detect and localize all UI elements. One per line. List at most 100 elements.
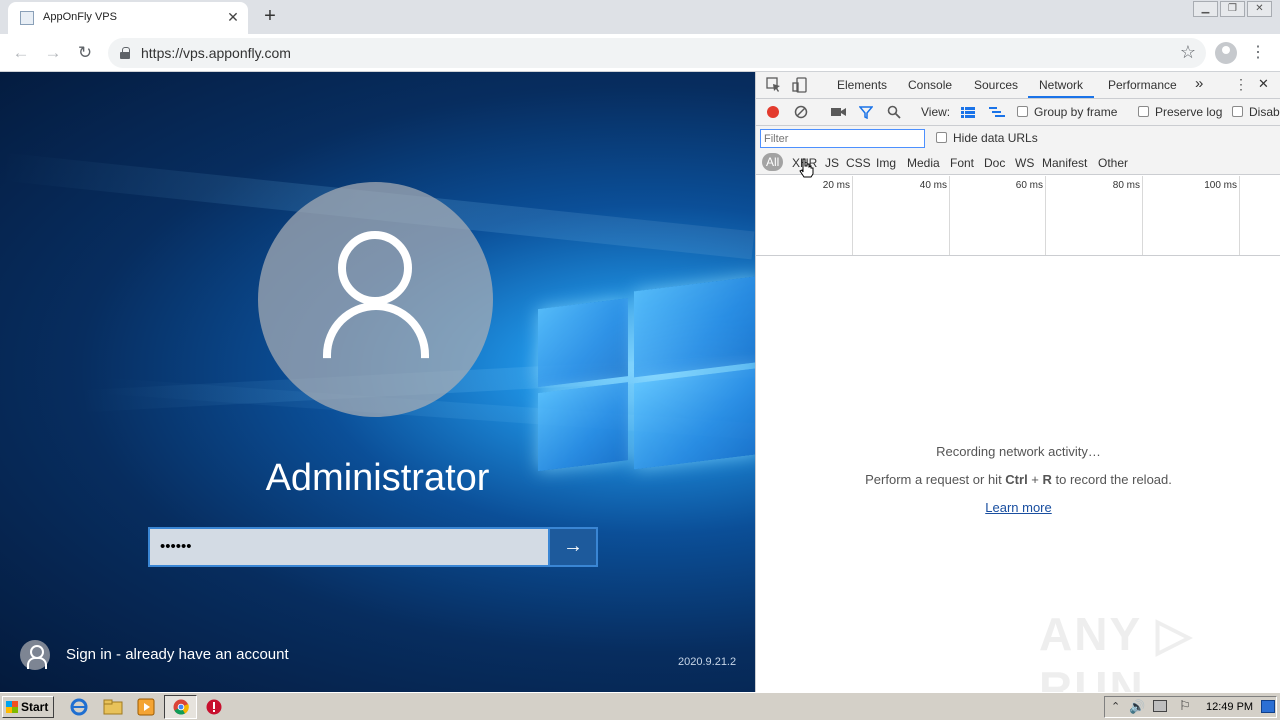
browser-menu-icon[interactable]: ⋮ [1250, 40, 1266, 66]
learn-more-link[interactable]: Learn more [985, 500, 1051, 515]
disable-cache-option[interactable]: Disab [1232, 105, 1280, 119]
network-tray-icon[interactable] [1153, 700, 1167, 712]
chrome-taskbar-button[interactable] [164, 695, 197, 719]
tab-sources[interactable]: Sources [974, 78, 1018, 92]
type-doc[interactable]: Doc [984, 156, 1005, 170]
device-toolbar-icon[interactable] [792, 77, 808, 93]
hide-data-urls-label: Hide data URLs [953, 131, 1038, 145]
network-toolbar: View: Group by frame Preserve log Disab [756, 99, 1280, 126]
start-button[interactable]: Start [2, 696, 54, 718]
filter-input[interactable] [760, 129, 925, 148]
alert-app-icon[interactable] [203, 697, 225, 717]
hint-text-end: to record the reload. [1051, 472, 1172, 487]
timeline-label: 40 ms [919, 180, 947, 191]
hint-text: Perform a request or hit [865, 472, 1006, 487]
chrome-icon [173, 699, 189, 715]
inspect-element-icon[interactable] [766, 77, 782, 93]
timeline-label: 100 ms [1204, 180, 1237, 191]
group-by-frame-option[interactable]: Group by frame [1017, 105, 1117, 119]
user-avatar [258, 182, 493, 417]
tab-elements[interactable]: Elements [837, 78, 887, 92]
hint-key-ctrl: Ctrl [1005, 472, 1028, 487]
bookmark-star-icon[interactable]: ☆ [1180, 42, 1196, 63]
media-player-icon[interactable] [135, 697, 157, 717]
action-center-flag-icon[interactable]: ⚐ [1179, 698, 1191, 714]
hint-plus: + [1027, 472, 1043, 487]
large-rows-icon[interactable] [961, 107, 975, 118]
more-tabs-icon[interactable]: » [1195, 75, 1203, 92]
close-devtools-icon[interactable]: ✕ [1258, 76, 1269, 92]
alt-signin-label[interactable]: Sign in - already have an account [66, 646, 289, 663]
address-bar[interactable]: https://vps.apponfly.com ☆ [108, 38, 1206, 68]
timeline-gridline: 20 ms [756, 176, 853, 255]
user-icon [20, 640, 50, 670]
file-explorer-icon[interactable] [102, 697, 124, 717]
clear-icon[interactable] [794, 105, 808, 119]
volume-icon[interactable]: 🔊 [1129, 699, 1145, 715]
type-img[interactable]: Img [876, 156, 896, 170]
empty-state: Recording network activity… Perform a re… [756, 438, 1280, 522]
username-label: Administrator [265, 457, 490, 499]
restore-icon[interactable]: ❐ [1220, 1, 1245, 17]
group-by-frame-checkbox[interactable] [1017, 106, 1028, 117]
timeline-gridline: 100 ms [1143, 176, 1240, 255]
hide-data-urls-option[interactable]: Hide data URLs [936, 131, 1038, 145]
type-ws[interactable]: WS [1015, 156, 1034, 170]
tab-network[interactable]: Network [1028, 78, 1095, 98]
tab-performance[interactable]: Performance [1108, 78, 1177, 92]
type-js[interactable]: JS [825, 156, 839, 170]
show-hidden-icons-icon[interactable]: ⌃ [1111, 700, 1120, 713]
type-manifest[interactable]: Manifest [1042, 156, 1087, 170]
preserve-log-checkbox[interactable] [1138, 106, 1149, 117]
type-font[interactable]: Font [950, 156, 974, 170]
timeline-gridline: 80 ms [1046, 176, 1143, 255]
minimize-icon[interactable]: ▁ [1193, 1, 1218, 17]
close-window-icon[interactable]: ✕ [1247, 1, 1272, 17]
filter-bar: Hide data URLs [756, 126, 1280, 151]
page-favicon-icon [20, 11, 34, 25]
browser-tab[interactable]: AppOnFly VPS ✕ [8, 2, 248, 34]
devtools-menu-icon[interactable]: ⋮ [1234, 76, 1248, 93]
login-page: Administrator •••••• → Sign in - already… [0, 72, 755, 692]
reload-button[interactable]: ↻ [72, 40, 98, 66]
show-desktop-icon[interactable] [1261, 700, 1275, 713]
internet-explorer-icon[interactable] [68, 697, 90, 717]
profile-avatar-icon[interactable] [1215, 42, 1237, 64]
submit-arrow-button[interactable]: → [548, 527, 598, 567]
forward-button[interactable]: → [40, 40, 66, 66]
waterfall-icon[interactable] [989, 107, 1005, 118]
resource-type-filters: All XHR JS CSS Img Media Font Doc WS Man… [756, 151, 1280, 178]
window-controls: ▁ ❐ ✕ [1191, 1, 1272, 17]
address-url[interactable]: https://vps.apponfly.com [141, 45, 291, 61]
preserve-log-option[interactable]: Preserve log [1138, 105, 1222, 119]
system-tray: ⌃ 🔊 ⚐ 12:49 PM [1104, 696, 1277, 718]
user-head-icon [338, 231, 412, 305]
type-css[interactable]: CSS [846, 156, 871, 170]
filter-icon[interactable] [859, 105, 873, 119]
type-other[interactable]: Other [1098, 156, 1128, 170]
preserve-log-label: Preserve log [1155, 105, 1223, 119]
timeline-label: 80 ms [1112, 180, 1140, 191]
windows-logo-icon [530, 268, 755, 486]
record-icon[interactable] [766, 105, 780, 119]
new-tab-button[interactable]: + [258, 4, 282, 28]
capture-screenshots-icon[interactable] [831, 106, 846, 118]
disable-cache-checkbox[interactable] [1232, 106, 1243, 117]
lock-icon[interactable] [120, 47, 130, 59]
timeline-label: 60 ms [1015, 180, 1043, 191]
hide-data-urls-checkbox[interactable] [936, 132, 947, 143]
type-media[interactable]: Media [907, 156, 940, 170]
password-field[interactable]: •••••• [148, 527, 549, 567]
back-button[interactable]: ← [8, 40, 34, 66]
taskbar-clock[interactable]: 12:49 PM [1206, 701, 1253, 713]
devtools-panel: Elements Console Sources Network Perform… [755, 72, 1280, 714]
timeline-gridline: 60 ms [950, 176, 1046, 255]
browser-toolbar: ← → ↻ https://vps.apponfly.com ☆ ⋮ [0, 34, 1280, 72]
tab-console[interactable]: Console [908, 78, 952, 92]
view-label: View: [921, 105, 951, 119]
version-label: 2020.9.21.2 [678, 656, 737, 668]
close-tab-icon[interactable]: ✕ [224, 8, 242, 26]
user-body-icon [323, 302, 429, 359]
search-icon[interactable] [887, 105, 901, 119]
type-all[interactable]: All [762, 153, 784, 171]
